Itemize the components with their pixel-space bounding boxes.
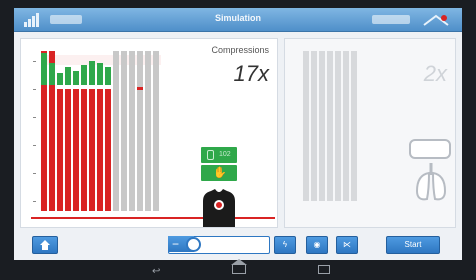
recent-apps-icon[interactable] xyxy=(318,265,330,274)
ventilation-bar xyxy=(343,51,349,201)
view-button[interactable]: ◉ xyxy=(306,236,328,254)
share-button[interactable]: ⋉ xyxy=(336,236,358,254)
defib-button[interactable]: ϟ xyxy=(274,236,296,254)
lungs-icon xyxy=(415,163,447,201)
lightning-icon: ϟ xyxy=(282,240,288,249)
ventilations-count: 2x xyxy=(423,61,447,86)
compression-rate-value: 102 xyxy=(219,151,231,158)
android-nav-bar: ↩ xyxy=(0,259,476,280)
compression-bar xyxy=(65,51,71,211)
ventilation-bar xyxy=(303,51,309,201)
depth-axis xyxy=(31,51,39,211)
logo-icon xyxy=(423,14,449,26)
compression-bar xyxy=(97,51,103,211)
compression-bar xyxy=(129,51,135,211)
start-button[interactable]: Start xyxy=(386,236,440,254)
compression-bar xyxy=(81,51,87,211)
compression-bar xyxy=(137,51,143,211)
ventilation-chart xyxy=(303,51,363,201)
compressions-panel: Compressions 17x 102 ✋ xyxy=(20,38,278,228)
hand-icon: ✋ xyxy=(213,167,227,179)
compression-chart xyxy=(31,51,161,211)
compression-bar xyxy=(153,51,159,211)
compression-bars xyxy=(41,51,161,211)
simulation-screen: Simulation Compressions 17x 102 ✋ 2x − ϟ… xyxy=(14,8,462,260)
speed-slider[interactable]: − xyxy=(168,236,270,254)
compression-rate-indicator: 102 xyxy=(201,147,237,163)
compression-bar xyxy=(105,51,111,211)
compression-bar xyxy=(73,51,79,211)
status-label-right xyxy=(372,15,410,24)
compression-bar xyxy=(41,51,47,211)
share-icon: ⋉ xyxy=(343,240,351,249)
ventilation-bar xyxy=(327,51,333,201)
torso-icon xyxy=(203,189,235,227)
ventilation-bar xyxy=(319,51,325,201)
ventilation-bar xyxy=(351,51,357,201)
ventilation-bar xyxy=(335,51,341,201)
control-bar: − ϟ ◉ ⋉ Start xyxy=(14,232,462,260)
compressions-count: 17x xyxy=(233,61,269,86)
back-icon[interactable]: ↩ xyxy=(152,266,160,277)
minus-icon[interactable]: − xyxy=(172,236,179,252)
compression-bar xyxy=(49,51,55,211)
hand-position-indicator: ✋ xyxy=(201,165,237,181)
compression-bar xyxy=(145,51,151,211)
nav-home-icon[interactable] xyxy=(231,259,247,274)
compression-bar xyxy=(57,51,63,211)
slider-thumb[interactable] xyxy=(186,237,201,252)
home-button[interactable] xyxy=(32,236,58,254)
compression-bar xyxy=(113,51,119,211)
home-icon xyxy=(40,240,50,250)
top-bar: Simulation xyxy=(14,8,462,32)
compressions-label: Compressions xyxy=(211,45,269,55)
ventilation-bar xyxy=(311,51,317,201)
eye-icon: ◉ xyxy=(313,240,321,249)
phone-icon xyxy=(207,150,214,160)
compression-bar xyxy=(121,51,127,211)
compression-bar xyxy=(89,51,95,211)
ventilations-panel: 2x xyxy=(284,38,456,228)
